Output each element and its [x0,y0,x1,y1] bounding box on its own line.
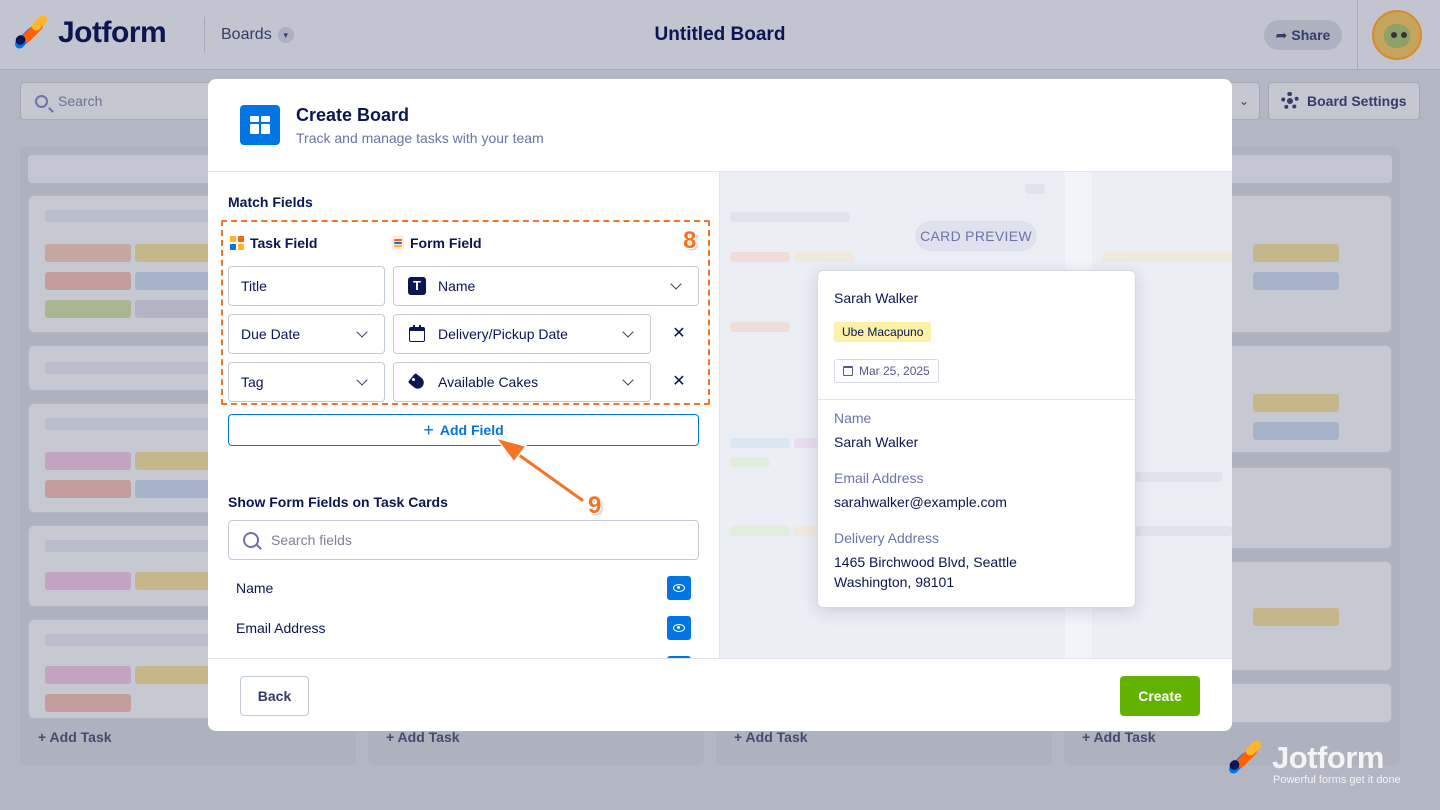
form-field-visibility-row: Name [236,576,691,600]
watermark-tagline: Powerful forms get it done [1273,774,1401,786]
eye-icon [673,624,685,632]
gear-icon [1281,92,1299,110]
chevron-down-icon [670,278,682,290]
card-preview-label: CARD PREVIEW [915,221,1037,251]
task-field-select[interactable]: Due Date [228,314,385,354]
calendar-icon [843,366,853,376]
form-field-visibility-row: Email Address [236,616,691,640]
task-field-icon [230,236,244,250]
modal-subtitle: Track and manage tasks with your team [296,130,544,146]
chevron-down-icon [622,326,634,338]
task-field-value: Tag [241,374,264,390]
avatar-area [1357,0,1440,70]
form-field-value: Available Cakes [438,374,539,390]
preview-task-card: Sarah Walker Ube Macapuno Mar 25, 2025 N… [817,270,1136,608]
share-button[interactable]: ➦ Share [1264,20,1342,50]
add-task-button[interactable]: + Add Task [386,729,460,745]
board-search-placeholder: Search [58,93,103,109]
preview-field-label: Email Address [834,470,924,486]
back-button[interactable]: Back [240,676,309,716]
annotation-step-9: 9 [588,492,602,519]
add-field-button[interactable]: + Add Field [228,414,699,446]
chevron-down-icon [356,374,368,386]
watermark-brand: Jotform [1272,740,1384,775]
preview-field-label: Delivery Address [834,530,940,546]
chevron-down-icon: ⌄ [1238,94,1249,108]
task-field-header-label: Task Field [250,235,318,251]
modal-header: Create Board Track and manage tasks with… [208,79,1232,172]
form-field-visibility-label: Name [236,580,274,596]
preview-field-value: 1465 Birchwood Blvd, Seattle [834,554,1017,570]
task-field-value: Title [241,278,267,294]
form-field-visibility-label: Email Address [236,620,326,636]
visibility-toggle[interactable] [667,576,691,600]
preview-field-value: Sarah Walker [834,434,919,450]
board-settings-label: Board Settings [1307,93,1407,109]
form-field-select[interactable]: T Name [393,266,699,306]
preview-card-date-text: Mar 25, 2025 [859,364,930,378]
calendar-icon [408,325,426,343]
task-field-header: Task Field [230,235,317,251]
remove-mapping-button[interactable]: ✕ [667,370,691,394]
form-field-select[interactable]: Available Cakes [393,362,651,402]
share-label: Share [1291,27,1331,43]
text-type-icon: T [408,277,426,295]
add-task-label: Add Task [49,729,112,745]
search-fields-input[interactable]: Search fields [228,520,699,560]
avatar-eye [1401,32,1407,38]
avatar-eye [1391,32,1397,38]
search-icon [243,532,259,548]
preview-card-date: Mar 25, 2025 [834,359,939,383]
create-board-modal: Create Board Track and manage tasks with… [208,79,1232,731]
add-task-label: Add Task [1093,729,1156,745]
chevron-down-icon [622,374,634,386]
add-task-button[interactable]: + Add Task [38,729,112,745]
preview-card-title: Sarah Walker [834,290,919,306]
form-field-header-label: Form Field [410,235,482,251]
search-fields-placeholder: Search fields [271,532,352,548]
add-task-button[interactable]: + Add Task [734,729,808,745]
preview-field-value: sarahwalker@example.com [834,494,1007,510]
eye-icon [673,584,685,592]
add-field-label: Add Field [439,422,504,438]
visibility-toggle[interactable] [667,616,691,640]
search-icon [35,94,48,108]
card-preview-pane: CARD PREVIEW Sarah Walker Ube Macapuno M… [719,172,1232,658]
remove-mapping-button[interactable]: ✕ [667,322,691,346]
settings-pane: Match Fields Task Field Form Field 8 Tit… [208,172,719,658]
preview-card-tag: Ube Macapuno [834,322,932,342]
annotation-step-8: 8 [683,227,697,254]
task-field-title: Title [228,266,385,306]
app-header: Jotform Boards ▾ Untitled Board ➦ Share [0,0,1440,70]
form-field-icon [392,236,404,250]
add-task-button[interactable]: + Add Task [1082,729,1156,745]
jotform-logo-mark-icon [1227,738,1264,776]
add-task-label: Add Task [397,729,460,745]
task-field-value: Due Date [241,326,301,342]
board-icon [240,105,280,145]
form-field-value: Delivery/Pickup Date [438,326,568,342]
preview-field-value: Washington, 98101 [834,574,955,590]
match-fields-title: Match Fields [228,194,313,210]
board-settings-button[interactable]: Board Settings [1268,82,1420,120]
task-field-select[interactable]: Tag [228,362,385,402]
form-field-value: Name [438,278,476,294]
preview-field-label: Name [834,410,872,426]
modal-footer: Back Create [208,658,1232,731]
share-arrow-icon: ➦ [1275,26,1288,43]
plus-icon: + [423,419,434,440]
chevron-down-icon [356,326,368,338]
modal-title: Create Board [296,105,410,125]
avatar[interactable] [1372,10,1422,60]
add-task-label: Add Task [745,729,808,745]
show-fields-title: Show Form Fields on Task Cards [228,494,448,510]
board-title[interactable]: Untitled Board [0,24,1440,46]
form-field-header: Form Field [392,235,482,251]
divider [818,399,1135,400]
tag-icon [407,372,427,392]
create-button[interactable]: Create [1120,676,1200,716]
form-field-select[interactable]: Delivery/Pickup Date [393,314,651,354]
